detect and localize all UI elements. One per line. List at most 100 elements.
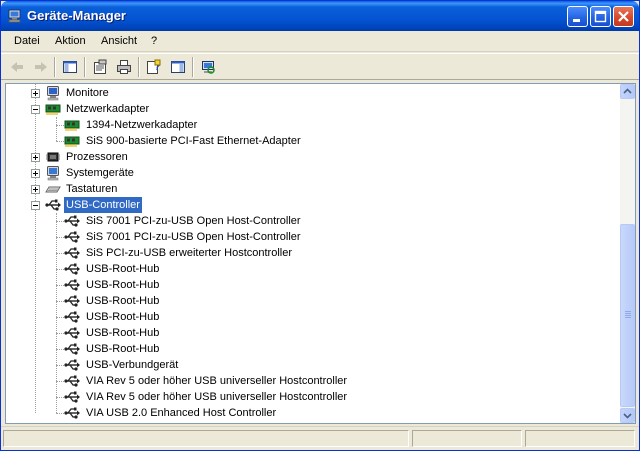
- tree-connector-line: [56, 365, 64, 366]
- close-icon: [618, 11, 629, 22]
- scan-hardware-icon: [202, 61, 215, 74]
- tree-connector-line: [56, 285, 64, 286]
- tree-label: Systemgeräte: [66, 167, 134, 179]
- tree-label: USB-Root-Hub: [86, 295, 160, 307]
- minimize-icon: [573, 19, 580, 22]
- properties-button[interactable]: [89, 57, 111, 77]
- tree-label: USB-Verbundgerät: [86, 359, 179, 371]
- tree-connector-line: [56, 413, 64, 414]
- usb-icon: [64, 405, 80, 421]
- collapse-toggle[interactable]: [31, 201, 40, 210]
- device-tree[interactable]: Monitore Netzwerkadapter 1394-Netzwerkadap…: [6, 84, 620, 423]
- toolbar: ?: [1, 53, 639, 80]
- tree-device[interactable]: SiS 7001 PCI-zu-USB Open Host-Controller: [6, 213, 618, 229]
- tree-device[interactable]: SiS 7001 PCI-zu-USB Open Host-Controller: [6, 229, 618, 245]
- tree-label: USB-Root-Hub: [86, 327, 160, 339]
- expand-toggle[interactable]: [31, 185, 40, 194]
- expand-toggle[interactable]: [31, 153, 40, 162]
- tree-connector-line: [56, 117, 57, 141]
- tree-connector-line: [56, 253, 64, 254]
- tree-device[interactable]: USB-Root-Hub: [6, 293, 618, 309]
- tree-device[interactable]: USB-Root-Hub: [6, 277, 618, 293]
- back-button[interactable]: [6, 57, 28, 77]
- properties-icon: [94, 59, 107, 74]
- tree-connector-line: [56, 333, 64, 334]
- help-button[interactable]: ?: [143, 57, 165, 77]
- tree-device[interactable]: SiS 900-basierte PCI-Fast Ethernet-Adapt…: [6, 133, 618, 149]
- tree-label: USB-Root-Hub: [86, 279, 160, 291]
- scan-hardware-button[interactable]: [197, 57, 219, 77]
- scroll-down-button[interactable]: [620, 408, 635, 423]
- vertical-scrollbar[interactable]: [620, 84, 635, 423]
- keyboard-icon: [45, 181, 61, 197]
- toolbar-separator: [54, 57, 56, 77]
- usb-icon: [45, 197, 61, 213]
- tree-category[interactable]: Systemgeräte: [6, 165, 618, 181]
- system-device-icon: [45, 165, 61, 181]
- tree-device[interactable]: USB-Root-Hub: [6, 261, 618, 277]
- menu-ansicht[interactable]: Ansicht: [101, 35, 137, 47]
- scroll-thumb[interactable]: [620, 224, 635, 407]
- tree-device[interactable]: VIA Rev 5 oder höher USB universeller Ho…: [6, 373, 618, 389]
- forward-button[interactable]: [30, 57, 52, 77]
- expand-toggle[interactable]: [31, 169, 40, 178]
- minimize-button[interactable]: [567, 6, 588, 27]
- tree-device[interactable]: USB-Root-Hub: [6, 309, 618, 325]
- action-pane-button[interactable]: [167, 57, 189, 77]
- status-panel-3: [525, 430, 635, 447]
- tree-device[interactable]: 1394-Netzwerkadapter: [6, 117, 618, 133]
- scroll-down-arrow-icon: [623, 413, 632, 419]
- status-panel-2: [412, 430, 522, 447]
- tree-category[interactable]: Prozessoren: [6, 149, 618, 165]
- usb-icon: [64, 245, 80, 261]
- network-adapter-icon: [64, 133, 80, 149]
- usb-icon: [64, 341, 80, 357]
- tree-category[interactable]: Netzwerkadapter: [6, 101, 618, 117]
- close-button[interactable]: [613, 6, 634, 27]
- maximize-button[interactable]: [590, 6, 611, 27]
- menu-aktion[interactable]: Aktion: [55, 35, 86, 47]
- print-icon: [117, 60, 131, 74]
- scroll-up-button[interactable]: [620, 84, 635, 99]
- usb-icon: [64, 229, 80, 245]
- tree-category[interactable]: Tastaturen: [6, 181, 618, 197]
- tree-connector-line: [56, 213, 57, 413]
- tree-category[interactable]: Monitore: [6, 85, 618, 101]
- title-bar[interactable]: Geräte-Manager: [1, 1, 639, 31]
- tree-label: Tastaturen: [66, 183, 118, 195]
- maximize-icon: [594, 10, 607, 23]
- tree-connector-line: [56, 381, 64, 382]
- tree-connector-line: [56, 221, 64, 222]
- menu-help[interactable]: ?: [151, 35, 157, 47]
- window-title: Geräte-Manager: [27, 8, 126, 23]
- network-adapter-icon: [45, 101, 61, 117]
- help-icon: ?: [147, 59, 161, 74]
- print-button[interactable]: [113, 57, 135, 77]
- tree-device[interactable]: SiS PCI-zu-USB erweiterter Hostcontrolle…: [6, 245, 618, 261]
- show-hide-console-tree-icon: [63, 61, 77, 73]
- tree-connector-line: [56, 397, 64, 398]
- usb-icon: [64, 277, 80, 293]
- menu-bar: Datei Aktion Ansicht ?: [1, 31, 639, 52]
- tree-category[interactable]: USB-Controller: [6, 196, 618, 214]
- status-bar: [1, 426, 639, 450]
- tree-label: VIA USB 2.0 Enhanced Host Controller: [86, 407, 277, 419]
- tree-device[interactable]: USB-Root-Hub: [6, 341, 618, 357]
- expand-toggle[interactable]: [31, 89, 40, 98]
- show-hide-tree-button[interactable]: [59, 57, 81, 77]
- tree-device[interactable]: USB-Root-Hub: [6, 325, 618, 341]
- collapse-toggle[interactable]: [31, 105, 40, 114]
- tree-label: Monitore: [66, 87, 109, 99]
- tree-connector-line: [56, 125, 64, 126]
- thumb-grip: [625, 317, 631, 318]
- tree-label: VIA Rev 5 oder höher USB universeller Ho…: [86, 391, 348, 403]
- tree-device[interactable]: VIA Rev 5 oder höher USB universeller Ho…: [6, 389, 618, 405]
- tree-device[interactable]: USB-Verbundgerät: [6, 357, 618, 373]
- processor-icon: [45, 149, 61, 165]
- usb-icon: [64, 389, 80, 405]
- menu-datei[interactable]: Datei: [14, 35, 40, 47]
- network-adapter-icon: [64, 117, 80, 133]
- tree-device[interactable]: VIA USB 2.0 Enhanced Host Controller: [6, 405, 618, 421]
- back-arrow-icon: [11, 62, 23, 72]
- tree-label: USB-Root-Hub: [86, 263, 160, 275]
